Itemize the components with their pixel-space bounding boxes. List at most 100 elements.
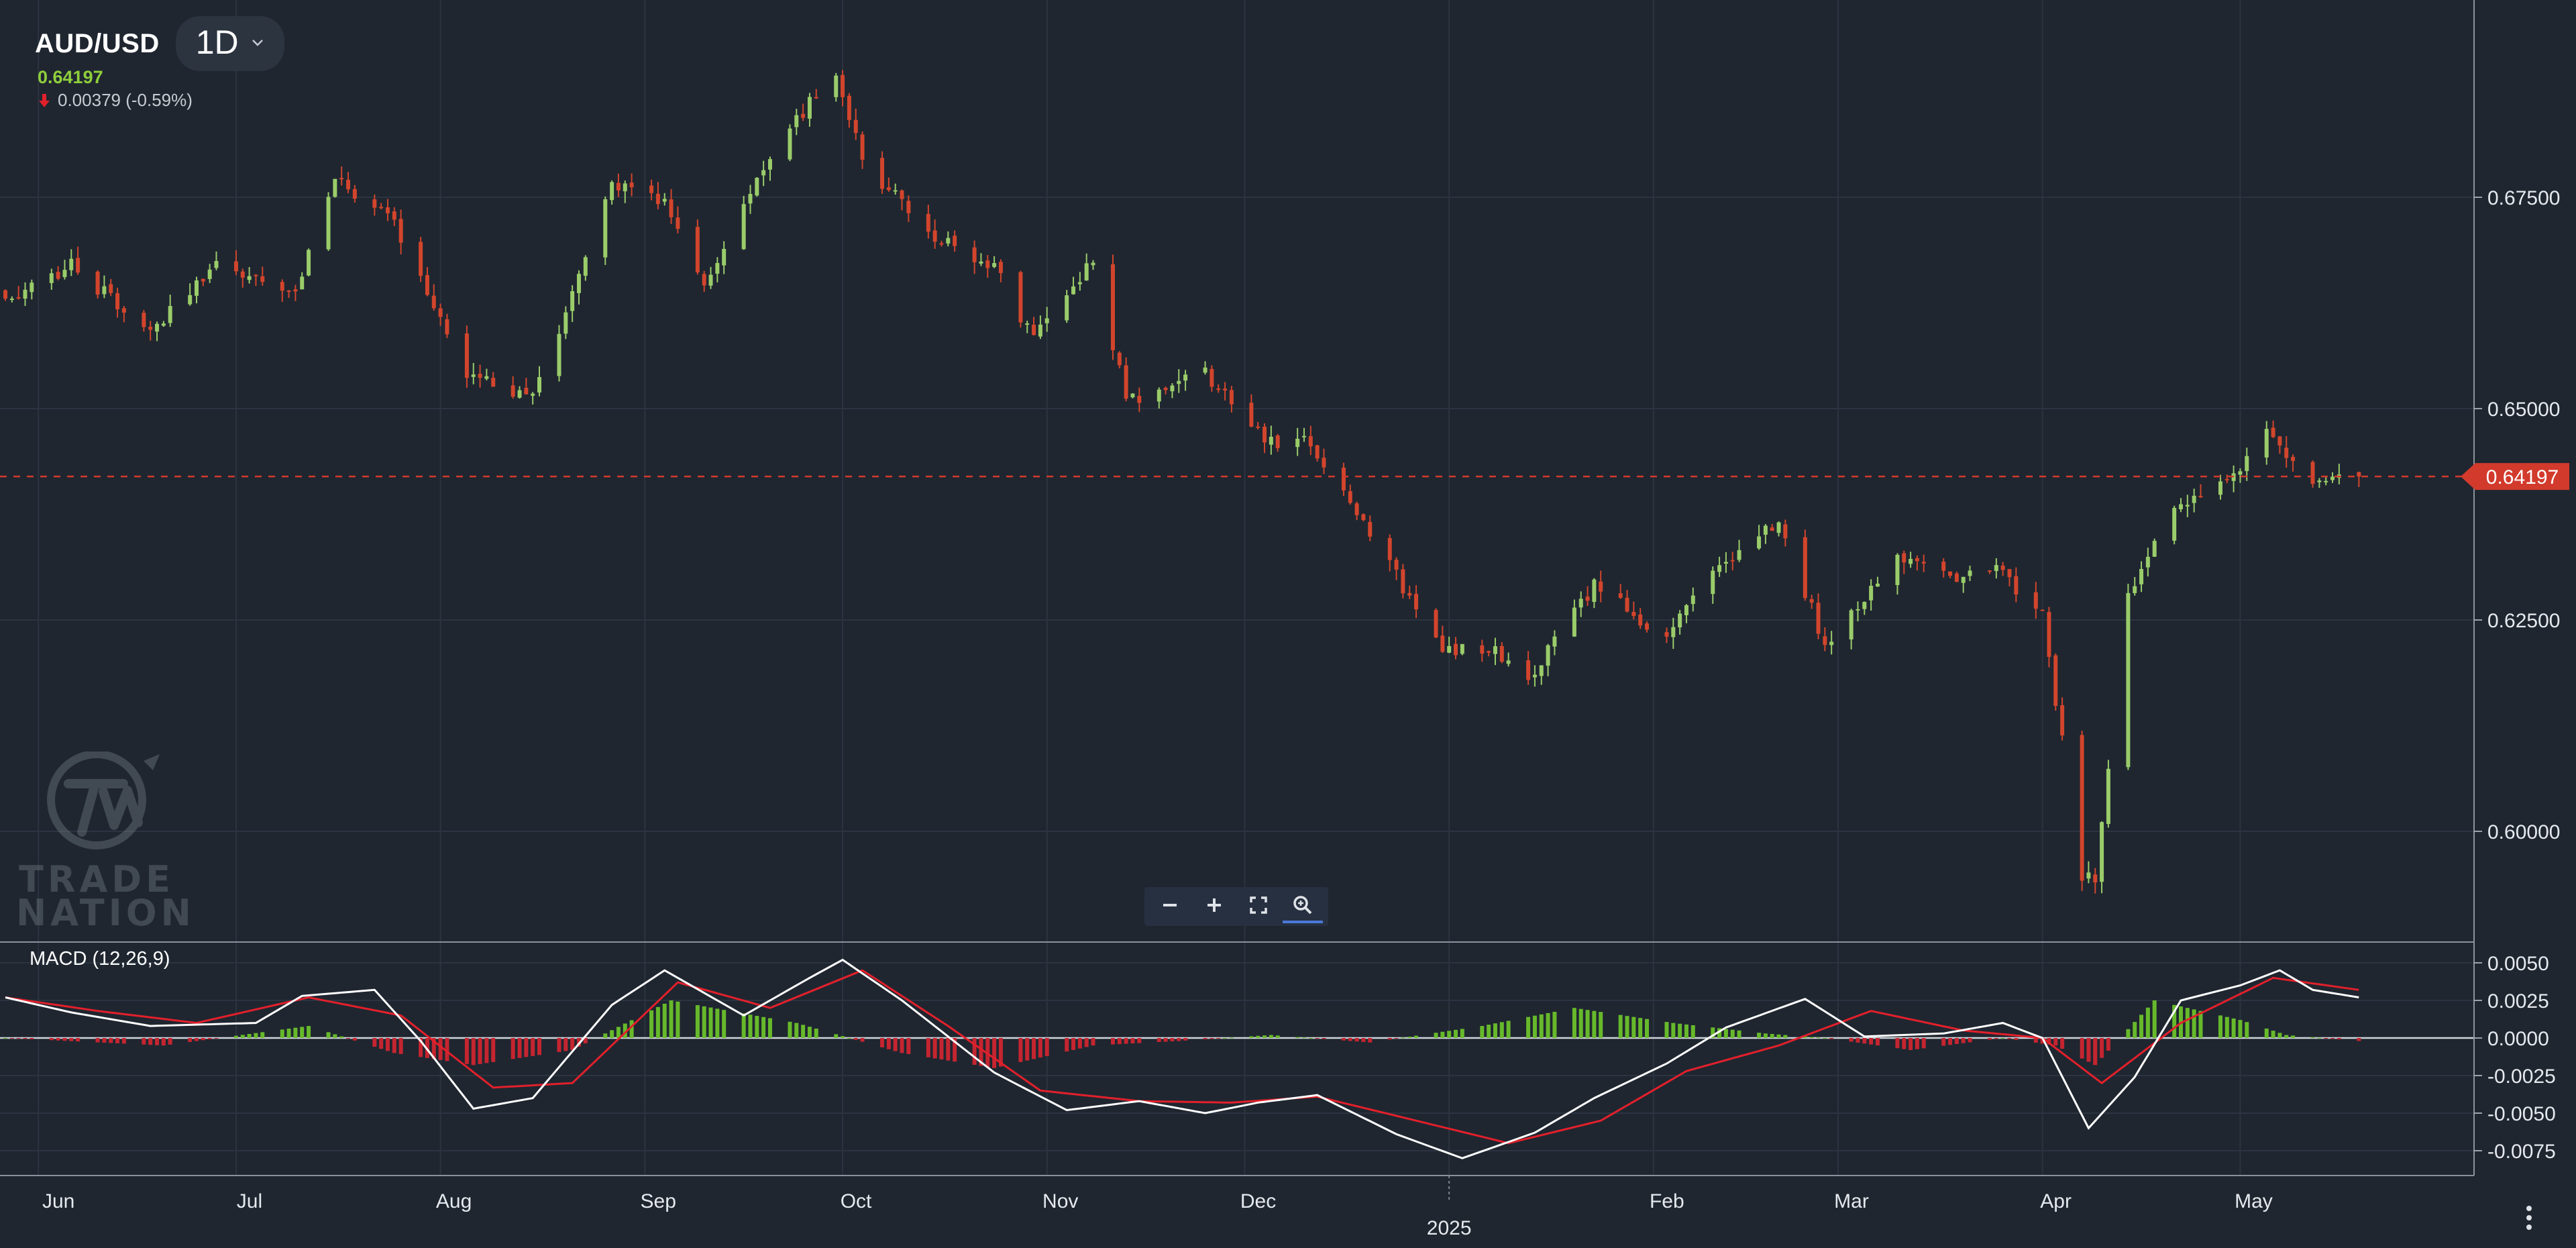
- candle: [669, 199, 674, 217]
- histogram-bar: [1829, 1038, 1834, 1039]
- chart-canvas[interactable]: Jun Jul Aug Sep Oct Nov Dec 2025 Feb Mar Apr May 0.6…: [0, 0, 2576, 1248]
- histogram-bar: [722, 1010, 727, 1038]
- histogram-bar: [194, 1038, 199, 1041]
- histogram-bar: [1434, 1033, 1438, 1038]
- candle: [834, 75, 839, 97]
- histogram-bar: [841, 1036, 845, 1038]
- candle: [1717, 565, 1722, 572]
- histogram-bar: [2033, 1038, 2038, 1043]
- candle: [69, 258, 74, 270]
- histogram-bar: [2192, 1009, 2196, 1038]
- candle: [2139, 569, 2144, 584]
- candle: [1862, 602, 1867, 609]
- histogram-bar: [2238, 1020, 2243, 1038]
- candle: [1618, 593, 1623, 598]
- histogram-bar: [207, 1038, 212, 1039]
- histogram-bar: [972, 1038, 977, 1065]
- histogram-bar: [2245, 1022, 2249, 1038]
- candle: [23, 289, 28, 299]
- timeframe-selector[interactable]: 1D: [175, 16, 284, 71]
- histogram-bar: [853, 1038, 858, 1040]
- candle: [142, 313, 146, 327]
- last-price: 0.64197: [38, 67, 103, 87]
- candle: [1163, 388, 1168, 391]
- candle: [247, 276, 252, 280]
- candle: [1256, 426, 1260, 428]
- candle: [188, 295, 193, 305]
- candle: [491, 378, 496, 387]
- histogram-bar: [1585, 1010, 1590, 1038]
- candle: [1803, 537, 1807, 599]
- candle: [1354, 503, 1359, 515]
- candle: [1275, 435, 1280, 448]
- candle: [333, 178, 337, 197]
- histogram-bar: [148, 1038, 153, 1045]
- histogram-bar: [1157, 1038, 1161, 1043]
- histogram-bar: [1401, 1037, 1405, 1039]
- candle: [1269, 436, 1273, 445]
- candle: [293, 289, 298, 292]
- candle: [49, 273, 54, 283]
- candle: [1038, 324, 1042, 337]
- candle: [464, 333, 469, 378]
- candle: [2218, 481, 2222, 495]
- histogram-bar: [49, 1038, 54, 1041]
- candle: [695, 227, 700, 272]
- zoom-in-button[interactable]: [1194, 890, 1234, 921]
- candle: [1124, 365, 1128, 399]
- candle: [629, 183, 634, 188]
- histogram-bar: [1552, 1011, 1557, 1038]
- zoom-out-button[interactable]: [1150, 890, 1190, 921]
- candle: [2000, 565, 2005, 570]
- histogram-bar: [254, 1033, 258, 1038]
- candle: [1585, 596, 1590, 601]
- histogram-bar: [1961, 1038, 1966, 1043]
- candle: [2264, 429, 2269, 458]
- histogram-bar: [1440, 1031, 1445, 1038]
- candle: [2238, 471, 2243, 475]
- histogram-bar: [1460, 1029, 1464, 1038]
- histogram-bar: [142, 1038, 146, 1045]
- candle: [95, 271, 100, 295]
- candle: [2040, 609, 2045, 611]
- histogram-bar: [1124, 1038, 1128, 1044]
- histogram-bar: [926, 1038, 930, 1057]
- histogram-bar: [1915, 1038, 1919, 1049]
- candle: [748, 194, 753, 204]
- candle: [610, 182, 614, 201]
- histogram-bar: [517, 1038, 522, 1058]
- histogram-bar: [788, 1021, 792, 1038]
- candle: [1071, 286, 1076, 295]
- vertical-dots-icon: [2526, 1206, 2532, 1230]
- histogram-bar: [23, 1038, 28, 1039]
- candle: [2126, 592, 2131, 768]
- histogram-bar: [655, 1006, 660, 1038]
- histogram-bar: [464, 1038, 469, 1064]
- histogram-bar: [1599, 1012, 1603, 1038]
- candle: [1723, 562, 1728, 564]
- candle: [1315, 445, 1320, 459]
- candle: [286, 290, 291, 292]
- histogram-bar: [1678, 1023, 1682, 1038]
- symbol-label[interactable]: AUD/USD: [35, 29, 160, 59]
- more-options-button[interactable]: [2516, 1201, 2542, 1235]
- histogram-bar: [1809, 1037, 1814, 1038]
- chevron-down-icon: [252, 40, 263, 46]
- histogram-bar: [1532, 1015, 1537, 1038]
- histogram-bar: [2060, 1038, 2065, 1049]
- histogram-bar: [1130, 1038, 1135, 1044]
- candle: [16, 297, 21, 299]
- histogram-bar: [1757, 1033, 1762, 1038]
- histogram-bar: [1539, 1014, 1544, 1038]
- fit-button[interactable]: [1238, 890, 1279, 921]
- candle: [2133, 586, 2137, 593]
- histogram-bar: [56, 1038, 60, 1041]
- histogram-bar: [1454, 1029, 1458, 1038]
- candle: [30, 282, 34, 293]
- candle: [564, 312, 568, 334]
- macd-tick-label: -0.0050: [2487, 1103, 2556, 1125]
- candle: [1084, 263, 1089, 281]
- histogram-bar: [1216, 1038, 1221, 1039]
- zoom-reset-button[interactable]: [1283, 890, 1323, 923]
- histogram-bar: [16, 1038, 21, 1039]
